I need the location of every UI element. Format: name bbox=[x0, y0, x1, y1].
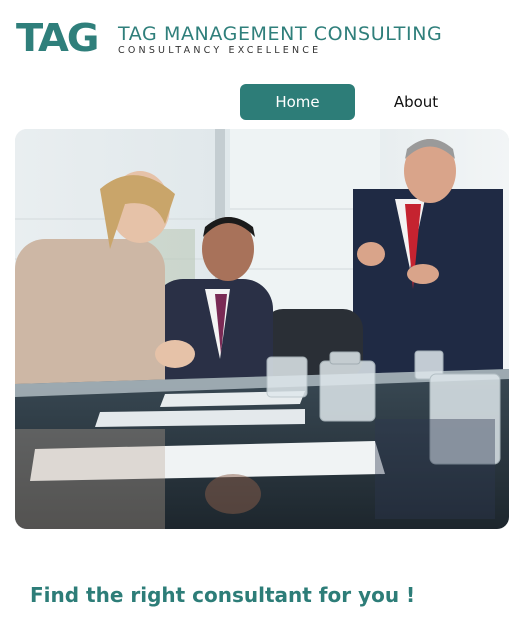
brand-slogan: CONSULTANCY EXCELLENCE bbox=[118, 45, 322, 56]
nav-home-button[interactable]: Home bbox=[240, 84, 355, 120]
logo-mark-text: TAG bbox=[16, 16, 100, 60]
business-meeting-photo-icon bbox=[15, 129, 509, 529]
main-nav: Home About bbox=[0, 84, 509, 120]
logo-mark: TAG bbox=[16, 16, 112, 60]
tagline-heading: Find the right consultant for you ! bbox=[30, 583, 416, 607]
brand-name: TAG MANAGEMENT CONSULTING bbox=[118, 23, 443, 45]
hero-image bbox=[15, 129, 509, 529]
brand-logo[interactable]: TAG TAG MANAGEMENT CONSULTING CONSULTANC… bbox=[16, 16, 442, 62]
nav-about-link[interactable]: About bbox=[370, 84, 462, 120]
